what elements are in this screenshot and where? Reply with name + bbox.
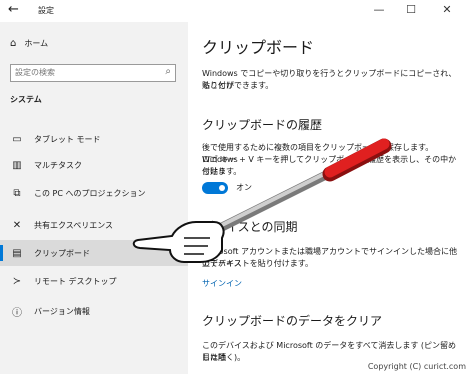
pointer-stick-overlay bbox=[132, 138, 392, 263]
pointing-hand-icon bbox=[132, 221, 225, 263]
pointer-stick bbox=[203, 138, 392, 239]
